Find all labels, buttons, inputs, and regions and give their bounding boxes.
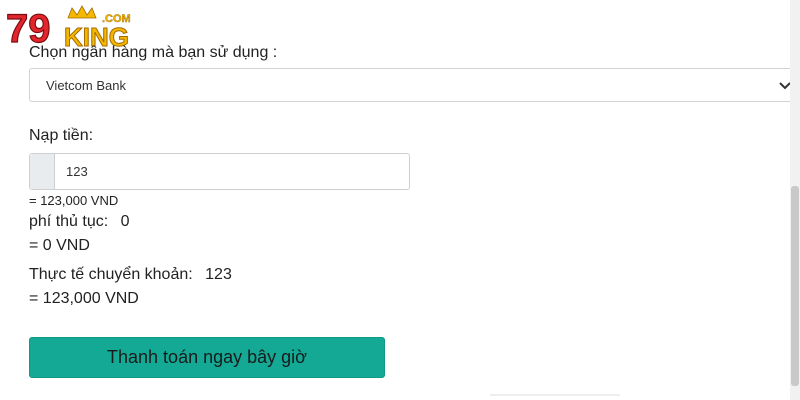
pay-now-button[interactable]: Thanh toán ngay bây giờ xyxy=(29,337,385,378)
bank-select-value: Vietcom Bank xyxy=(46,78,126,93)
fee-value: 0 xyxy=(120,213,130,230)
divider xyxy=(490,394,620,396)
amount-input-addon xyxy=(30,154,55,189)
bank-label: Chọn ngân hàng mà bạn sử dụng : xyxy=(29,44,278,61)
bank-select[interactable]: Vietcom Bank xyxy=(29,68,797,102)
logo-number: 79 xyxy=(6,7,51,48)
crown-icon xyxy=(67,5,97,19)
amount-input[interactable] xyxy=(66,162,396,180)
page-scrollbar[interactable] xyxy=(790,0,800,400)
deposit-label: Nạp tiền: xyxy=(29,127,94,144)
actual-value: 123 xyxy=(205,266,232,283)
deposit-converted: = 123,000 VND xyxy=(29,193,119,208)
fee-label: phí thủ tục: xyxy=(29,213,109,230)
fee-converted: = 0 VND xyxy=(29,237,90,254)
scrollbar-thumb[interactable] xyxy=(791,186,799,386)
actual-row: Thực tế chuyển khoản: 123 xyxy=(29,266,232,284)
fee-row: phí thủ tục: 0 xyxy=(29,213,130,231)
actual-label: Thực tế chuyển khoản: xyxy=(29,266,193,283)
site-logo: 79 .COM KING xyxy=(6,5,131,48)
actual-converted: = 123,000 VND xyxy=(29,290,139,307)
amount-input-group xyxy=(29,153,410,190)
